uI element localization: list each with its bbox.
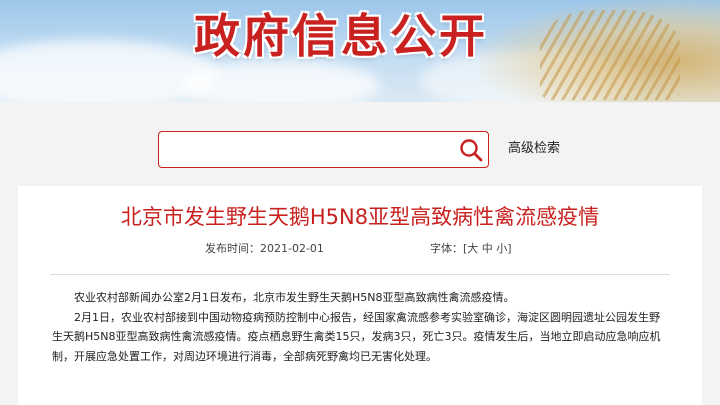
banner-title: 政府信息公开 [194,9,488,63]
font-size-selector: 字体：[大 中 小] [430,242,512,256]
header-banner: 政府信息公开 [0,0,720,102]
banner-wheat-image [480,0,720,102]
publish-date-value: 2021-02-01 [260,242,324,255]
search-input[interactable] [167,138,447,162]
font-small-link[interactable]: 小 [496,242,507,255]
divider [50,274,670,275]
publish-date: 发布时间：2021-02-01 [205,242,324,256]
search-icon[interactable] [459,138,483,162]
article-paragraph: 农业农村部新闻办公室2月1日发布，北京市发生野生天鹅H5N8亚型高致病性禽流感疫… [74,291,515,304]
article-body: 农业农村部新闻办公室2月1日发布，北京市发生野生天鹅H5N8亚型高致病性禽流感疫… [52,288,664,366]
font-large-link[interactable]: 大 [467,242,478,255]
article-paragraph: 2月1日，农业农村部接到中国动物疫病预防控制中心报告，经国家禽流感参考实验室确诊… [52,310,661,363]
font-size-label: 字体： [430,242,463,255]
article-title: 北京市发生野生天鹅H5N8亚型高致病性禽流感疫情 [120,205,600,229]
article-panel: 北京市发生野生天鹅H5N8亚型高致病性禽流感疫情 发布时间：2021-02-01… [18,186,702,405]
font-medium-link[interactable]: 中 [482,242,493,255]
publish-date-label: 发布时间： [205,242,260,255]
advanced-search-link[interactable]: 高级检索 [508,140,560,158]
search-box [158,131,489,168]
font-bracket-close: ] [507,242,512,255]
banner-cloud [180,60,380,102]
